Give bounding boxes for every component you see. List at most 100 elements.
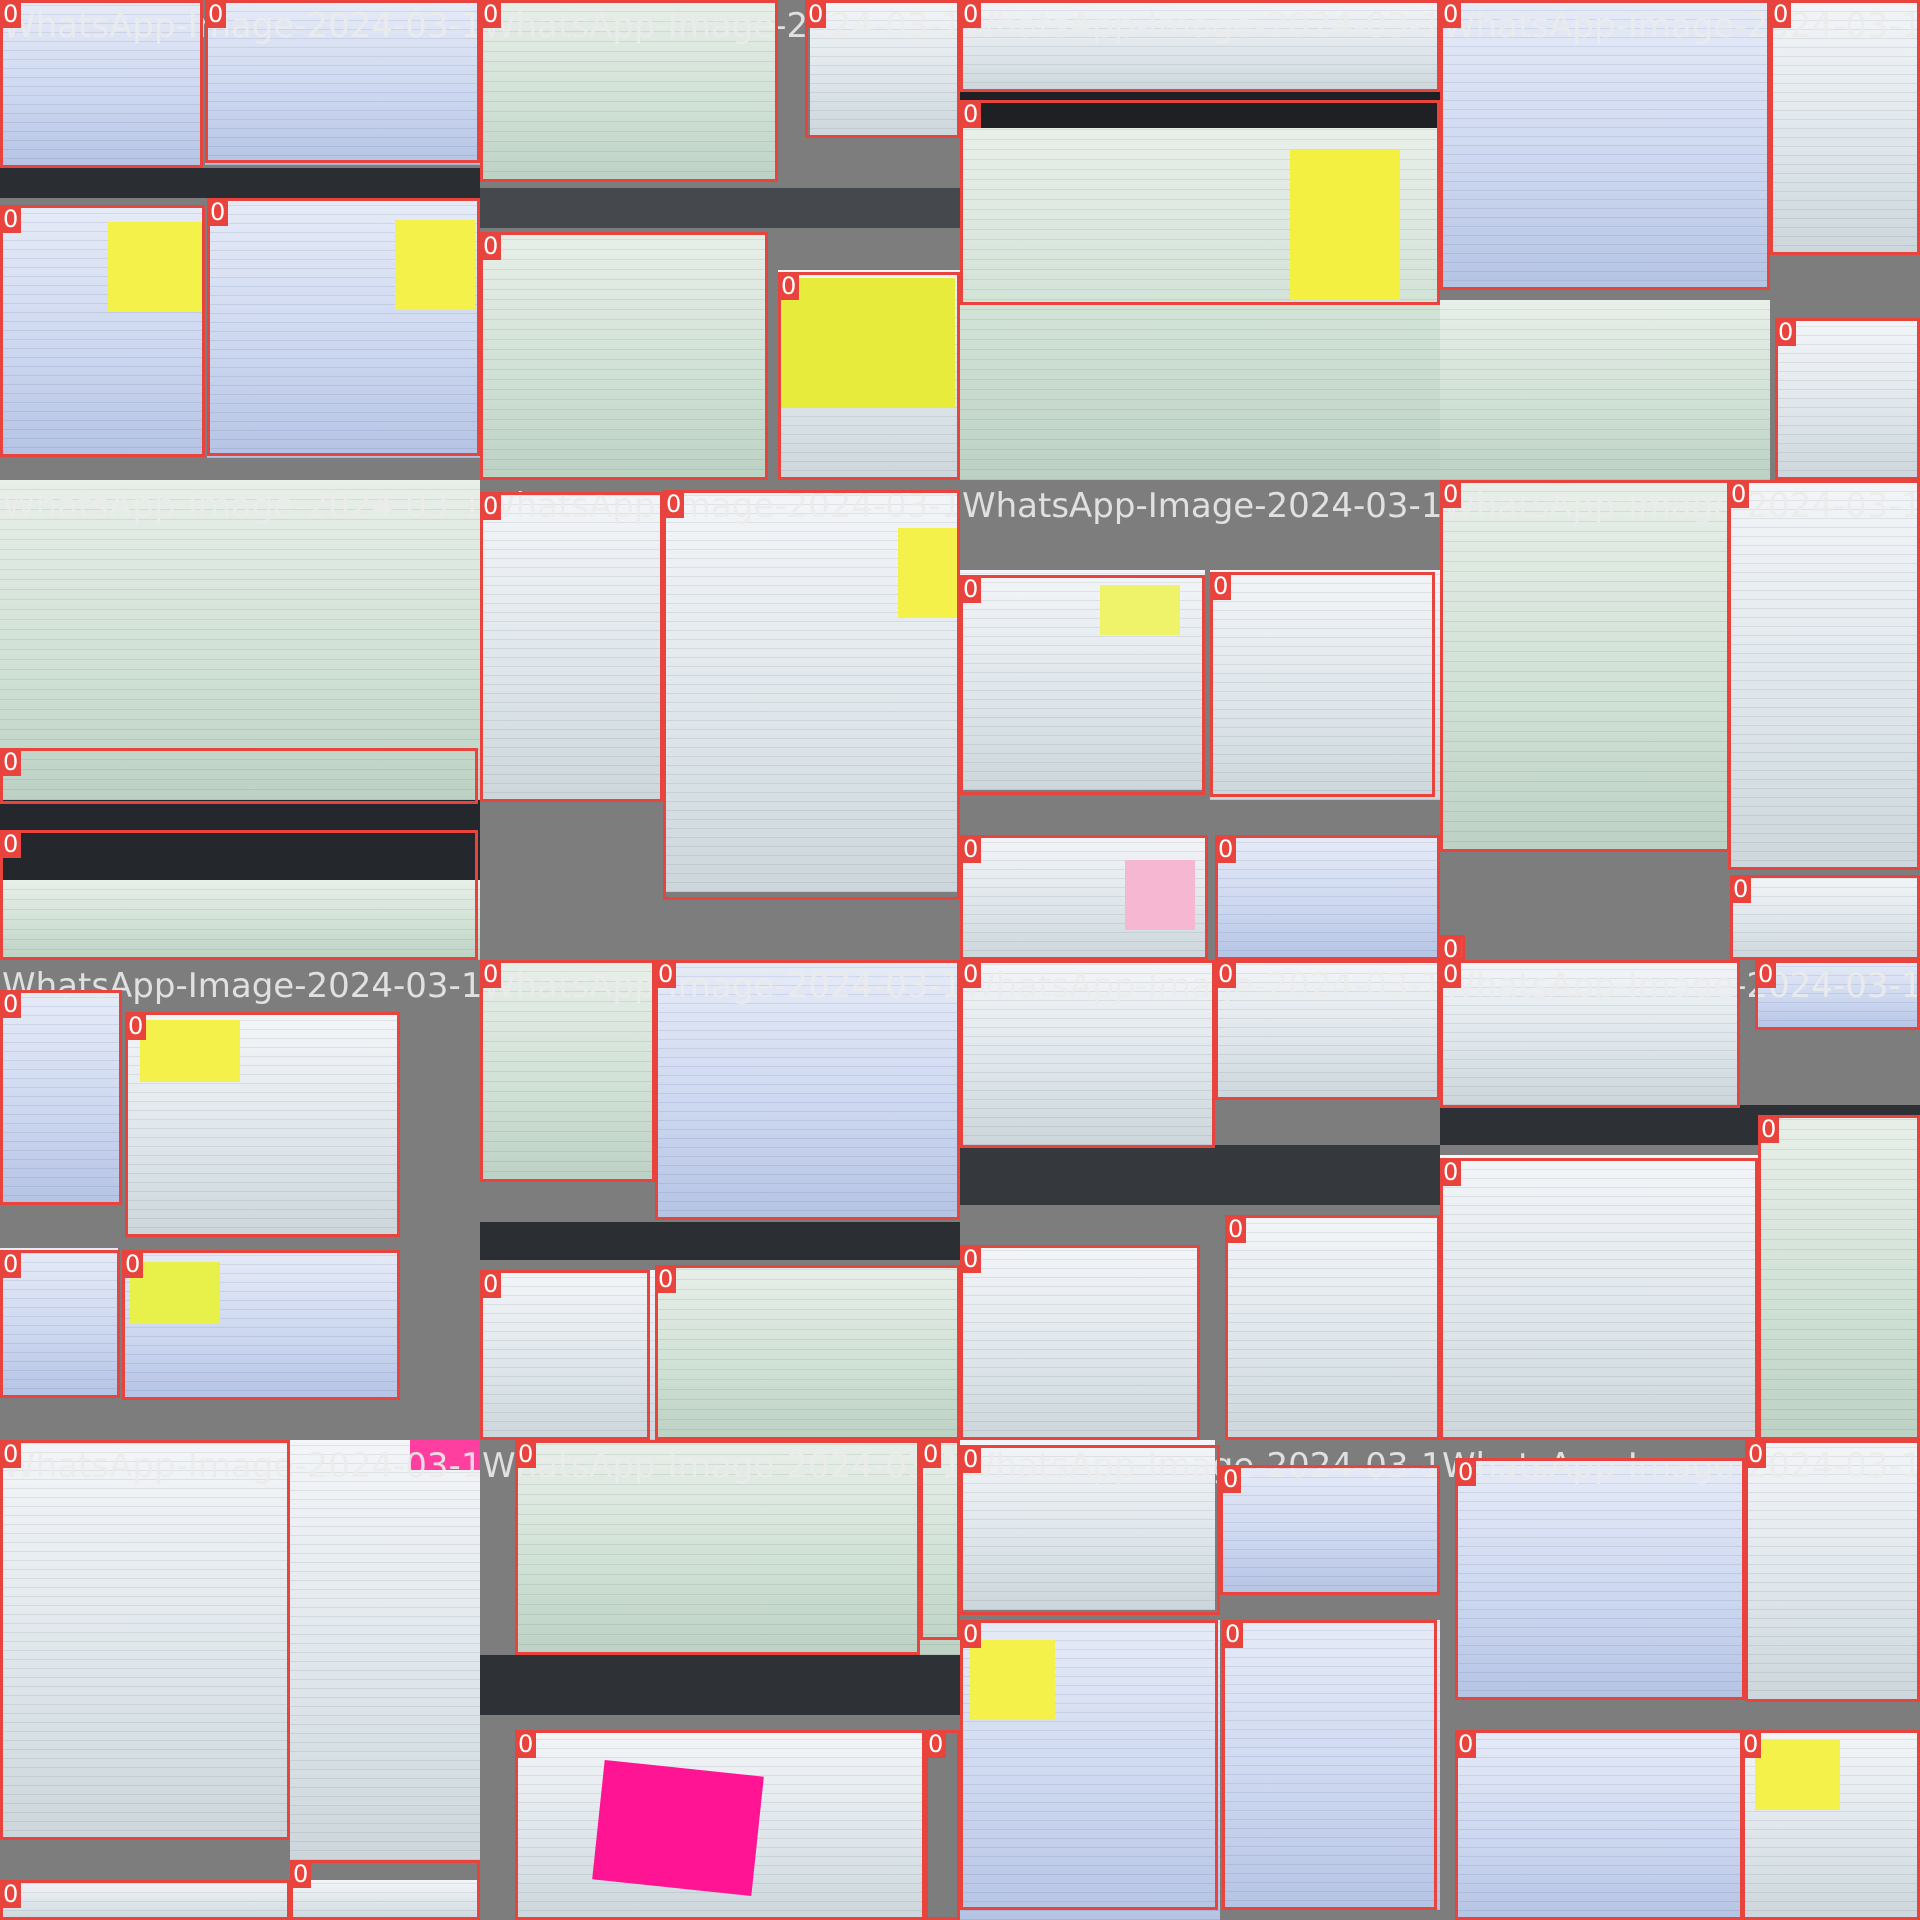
mosaic-tile: WhatsApp-Image-2024-03-1 0 0 (960, 0, 1440, 480)
class-label: 0 (655, 1265, 677, 1293)
detection-box: 0 (0, 205, 205, 457)
class-label: 0 (1758, 1115, 1780, 1143)
class-label: 0 (0, 1880, 22, 1908)
class-label: 0 (1210, 572, 1232, 600)
detection-box: 0 (663, 490, 960, 900)
detection-box: 0 (1222, 1620, 1437, 1910)
class-label: 0 (480, 1270, 502, 1298)
mosaic-tile: WhatsApp-Image-2024-03-1 0 0 0 0 (0, 960, 480, 1440)
class-label: 0 (0, 205, 22, 233)
class-label: 0 (290, 1860, 312, 1888)
mosaic-tile: WhatsApp-Image-2024-03-1 0 0 (0, 480, 480, 960)
class-label: 0 (1755, 960, 1777, 988)
class-label: 0 (960, 835, 982, 863)
detection-box: 0 (1210, 572, 1435, 797)
class-label: 0 (515, 1440, 537, 1468)
class-label: 0 (480, 0, 502, 28)
class-label: 0 (0, 748, 22, 776)
mosaic-tile: WhatsApp-Image-2024-03-1 0 0 0 0 (1440, 480, 1920, 960)
detection-box: 0 (778, 272, 960, 480)
class-label: 0 (1728, 480, 1750, 508)
detection-box: 0 (290, 1860, 480, 1920)
mosaic-tile: WhatsApp-Image-2024-03-1 0 0 0 0 (960, 1440, 1440, 1920)
class-label: 0 (960, 960, 982, 988)
detection-box: 0 (1455, 1458, 1745, 1700)
class-label: 0 (960, 575, 982, 603)
detection-box: 0 (0, 0, 203, 168)
class-label: 0 (1215, 960, 1237, 988)
detection-box: 0 (1440, 480, 1730, 852)
detection-box: 0 (480, 232, 768, 480)
class-label: 0 (1440, 935, 1462, 960)
class-label: 0 (1440, 0, 1462, 28)
class-label: 0 (0, 990, 22, 1018)
class-label: 0 (480, 492, 502, 520)
class-label: 0 (663, 490, 685, 518)
detection-box: 0 (205, 0, 480, 163)
class-label: 0 (480, 232, 502, 260)
class-label: 0 (125, 1012, 147, 1040)
class-label: 0 (1225, 1215, 1247, 1243)
class-label: 0 (1222, 1620, 1244, 1648)
detection-box: 0 (960, 575, 1205, 795)
detection-box: 0 (1215, 960, 1440, 1100)
detection-box: 0 (480, 492, 663, 802)
mosaic-tile: WhatsApp-Image-2024-03-1 0 0 0 0 (1440, 960, 1920, 1440)
mosaic-tile: WhatsApp-Image-2024-03-1 0 0 0 0 (960, 960, 1440, 1440)
class-label: 0 (205, 0, 227, 28)
detection-box: 0 (480, 0, 778, 182)
class-label: 0 (805, 0, 827, 28)
class-label: 0 (1455, 1458, 1477, 1486)
detection-box: 0 (480, 1270, 650, 1440)
mosaic-tile: WhatsApp-Image-2024-03-1 0 0 0 0 (960, 480, 1440, 960)
class-label: 0 (0, 1250, 22, 1278)
detection-box: 0 (655, 1265, 960, 1440)
detection-box: 0 (920, 1440, 960, 1640)
detection-box: 0 (655, 960, 960, 1220)
class-label: 0 (778, 272, 800, 300)
mosaic-tile: WhatsApp-Image-2024-03-1 0 0 0 0 (0, 0, 480, 480)
detection-box: 0 (207, 198, 480, 456)
mosaic-tile: WhatsApp-Image-2024-03-1 0 0 (480, 480, 960, 960)
detection-box: 0 (1745, 1440, 1920, 1702)
detection-box: 0 (1220, 1465, 1440, 1595)
class-label: 0 (1220, 1465, 1242, 1493)
class-label: 0 (1770, 0, 1792, 28)
detection-box: 0 (0, 1250, 120, 1398)
detection-box: 0 (515, 1440, 920, 1655)
detection-box: 0 (925, 1730, 960, 1920)
detection-box: 0 (1730, 875, 1920, 960)
detection-box: 0 (1740, 1730, 1920, 1920)
detection-box: 0 (0, 1440, 290, 1840)
class-label: 0 (960, 1620, 982, 1648)
detection-box: 0 (125, 1012, 400, 1237)
class-label: 0 (480, 960, 502, 988)
image-caption: WhatsApp-Image-2024-03-1 (962, 486, 1440, 526)
class-label: 0 (515, 1730, 537, 1758)
detection-box: 0 (1440, 960, 1740, 1108)
detection-box: 0 (1728, 480, 1920, 870)
detection-box: 0 (1770, 0, 1920, 255)
detection-box: 0 (960, 100, 1440, 305)
class-label: 0 (1740, 1730, 1762, 1758)
detection-box: 0 (1440, 935, 1465, 960)
detection-box: 0 (1225, 1215, 1440, 1440)
class-label: 0 (0, 0, 22, 28)
class-label: 0 (1440, 960, 1462, 988)
image-caption: WhatsApp-Image-2024-03-1 (2, 486, 480, 526)
detection-box: 0 (1440, 0, 1770, 290)
detection-box: 0 (805, 0, 960, 138)
class-label: 0 (122, 1250, 144, 1278)
detection-box: 0 (1455, 1730, 1745, 1920)
detection-box: 0 (1755, 960, 1920, 1030)
class-label: 0 (207, 198, 229, 226)
mosaic-tile: WhatsApp-Image-2024-03-1 0 0 0 0 (480, 0, 960, 480)
class-label: 0 (960, 0, 982, 28)
class-label: 0 (1215, 835, 1237, 863)
mosaic-tile: WhatsApp-Image-2024-03-1 0 0 0 0 (1440, 1440, 1920, 1920)
class-label: 0 (920, 1440, 942, 1468)
mosaic-tile: WhatsApp-Image-2024-03-1 0 0 0 0 (480, 1440, 960, 1920)
detection-box: 0 (480, 960, 655, 1182)
detection-mosaic: WhatsApp-Image-2024-03-1 0 0 0 0 WhatsAp… (0, 0, 1920, 1920)
detection-box: 0 (515, 1730, 925, 1920)
